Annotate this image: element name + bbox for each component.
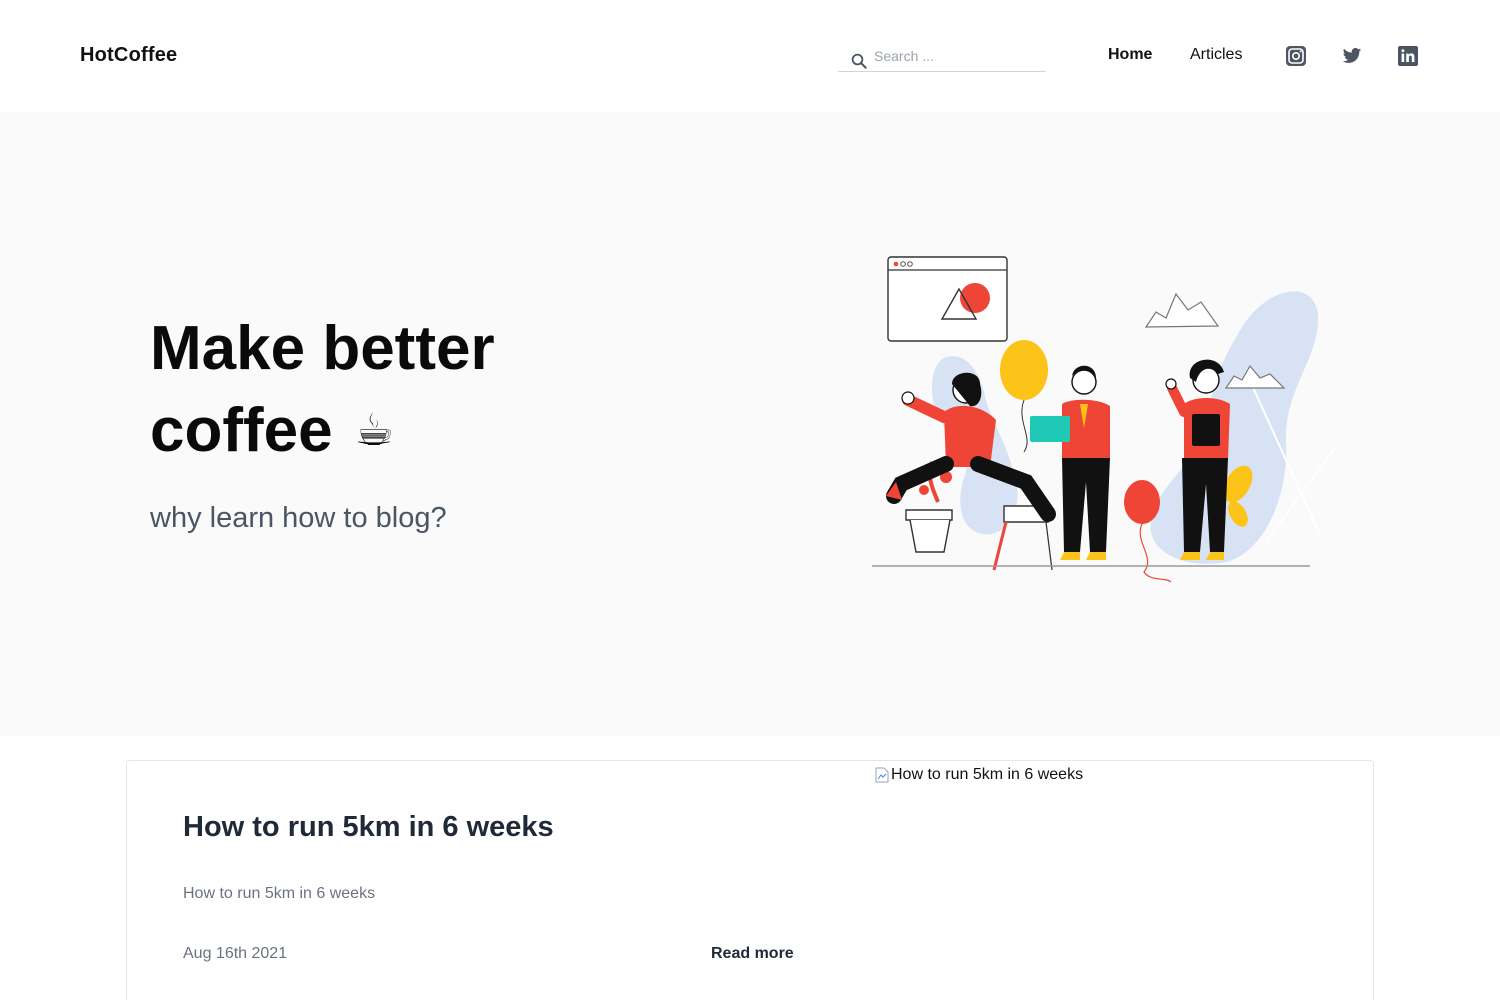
article-title[interactable]: How to run 5km in 6 weeks	[183, 811, 554, 844]
article-date: Aug 16th 2021	[183, 945, 288, 962]
instagram-icon	[1286, 46, 1306, 66]
broken-image-icon	[875, 767, 889, 783]
article-image[interactable]: How to run 5km in 6 weeks	[875, 763, 1083, 787]
linkedin-icon	[1398, 46, 1418, 66]
coffee-emoji: ☕	[354, 406, 395, 455]
hero-subtitle: why learn how to blog?	[150, 502, 447, 534]
article-excerpt: How to run 5km in 6 weeks	[183, 885, 376, 902]
nav-home-link[interactable]: Home	[1108, 46, 1152, 64]
search-box	[838, 40, 1046, 72]
nav-articles-link[interactable]: Articles	[1190, 46, 1242, 64]
read-more-link[interactable]: Read more	[711, 945, 794, 963]
instagram-link[interactable]	[1286, 46, 1306, 66]
people-celebrating-illustration	[872, 256, 1337, 583]
search-icon	[851, 53, 867, 69]
article-image-alt-text: How to run 5km in 6 weeks	[891, 766, 1084, 783]
hero-title-line2: coffee	[150, 396, 333, 465]
hero-title-line1: Make better	[150, 314, 495, 383]
twitter-link[interactable]	[1342, 46, 1362, 66]
brand-logo[interactable]: HotCoffee	[80, 44, 177, 67]
hero-title: Make better coffee ☕	[150, 308, 710, 472]
twitter-icon	[1342, 48, 1362, 63]
article-card[interactable]: How to run 5km in 6 weeks How to run 5km…	[126, 760, 1374, 1000]
search-input[interactable]	[874, 44, 1042, 68]
hero-section: Make better coffee ☕ why learn how to blo…	[0, 112, 1500, 736]
site-header: HotCoffee Home Articles	[0, 0, 1500, 112]
linkedin-link[interactable]	[1398, 46, 1418, 66]
